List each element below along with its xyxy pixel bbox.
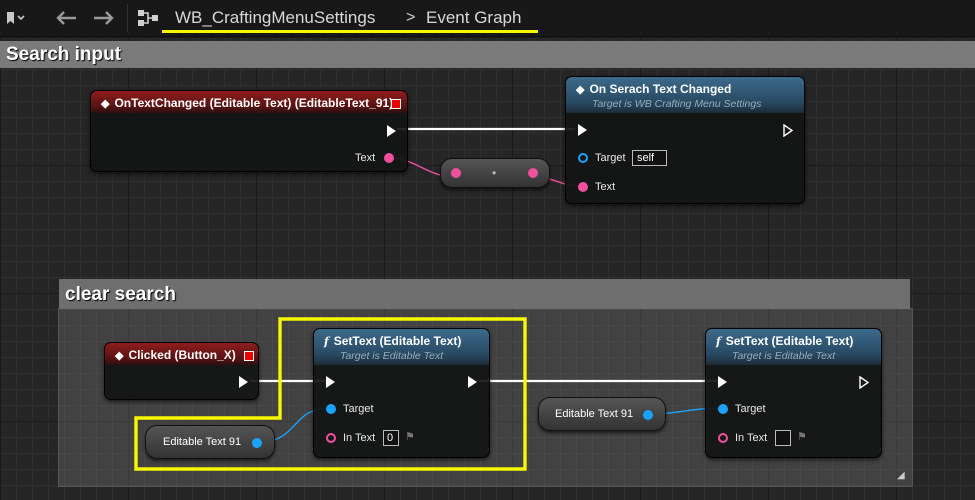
node-on-search-text-changed[interactable]: ◆ On Serach Text Changed Target is WB Cra…: [565, 76, 805, 204]
function-icon: f: [716, 335, 721, 348]
pin-label-text: Text: [595, 181, 616, 193]
exec-out-pin[interactable]: [859, 376, 870, 389]
back-arrow-icon[interactable]: [55, 0, 77, 36]
intext-value-field[interactable]: [775, 430, 791, 446]
node-subtitle: Target is WB Crafting Menu Settings: [592, 98, 762, 110]
event-diamond-icon: ◆: [101, 98, 110, 110]
intext-in-pin[interactable]: [718, 433, 728, 443]
var-label: Editable Text 91: [555, 408, 634, 420]
exec-out-pin[interactable]: [387, 125, 396, 137]
pin-label-target: Target: [595, 152, 626, 164]
exec-out-pin[interactable]: [783, 124, 794, 137]
event-graph-canvas[interactable]: Search input clear search ◢ ◆ OnTextChang…: [0, 37, 975, 500]
forward-arrow-icon[interactable]: [93, 0, 115, 36]
node-header: ◆ OnTextChanged (Editable Text) (Editable…: [91, 91, 407, 113]
divider: [127, 4, 128, 32]
breadcrumb-highlight: [162, 30, 538, 33]
target-in-pin[interactable]: [718, 404, 728, 414]
object-out-pin[interactable]: [643, 410, 653, 420]
pin-label-text: Text: [355, 152, 376, 164]
target-in-pin[interactable]: [578, 153, 588, 163]
pin-label-intext: In Text: [735, 432, 768, 444]
node-var-editable-text-91-b[interactable]: Editable Text 91: [538, 397, 666, 431]
target-value-field[interactable]: self: [632, 150, 667, 166]
text-out-pin[interactable]: [528, 168, 538, 178]
delegate-pin-icon[interactable]: [391, 99, 401, 109]
text-out-pin[interactable]: [384, 153, 394, 163]
localize-flag-icon[interactable]: ⚑: [797, 430, 807, 443]
pin-label-target: Target: [735, 403, 766, 415]
node-title: SetText (Editable Text): [725, 334, 854, 348]
node-settext-2[interactable]: f SetText (Editable Text) Target is Edita…: [705, 328, 882, 458]
exec-in-pin[interactable]: [718, 376, 727, 388]
text-in-pin[interactable]: [578, 182, 588, 192]
text-in-pin[interactable]: [451, 168, 461, 178]
breadcrumb-bar: WB_CraftingMenuSettings > Event Graph: [0, 0, 975, 37]
node-subtitle: Target is Editable Text: [732, 350, 836, 362]
node-header: ◆ On Serach Text Changed Target is WB Cra…: [566, 77, 804, 113]
node-title: On Serach Text Changed: [589, 82, 732, 96]
bookmark-icon[interactable]: [6, 0, 26, 36]
graph-icon: [137, 0, 161, 36]
node-header: f SetText (Editable Text) Target is Edita…: [706, 329, 881, 365]
node-to-text-conversion[interactable]: •: [440, 158, 550, 188]
node-on-text-changed[interactable]: ◆ OnTextChanged (Editable Text) (Editable…: [90, 90, 408, 172]
node-title: OnTextChanged (Editable Text) (EditableT…: [114, 96, 394, 110]
event-diamond-icon: ◆: [576, 84, 585, 96]
conversion-dot: •: [492, 166, 497, 180]
event-diamond-icon: ◆: [115, 350, 124, 362]
highlight-annotation: [134, 317, 527, 471]
exec-in-pin[interactable]: [578, 124, 587, 136]
